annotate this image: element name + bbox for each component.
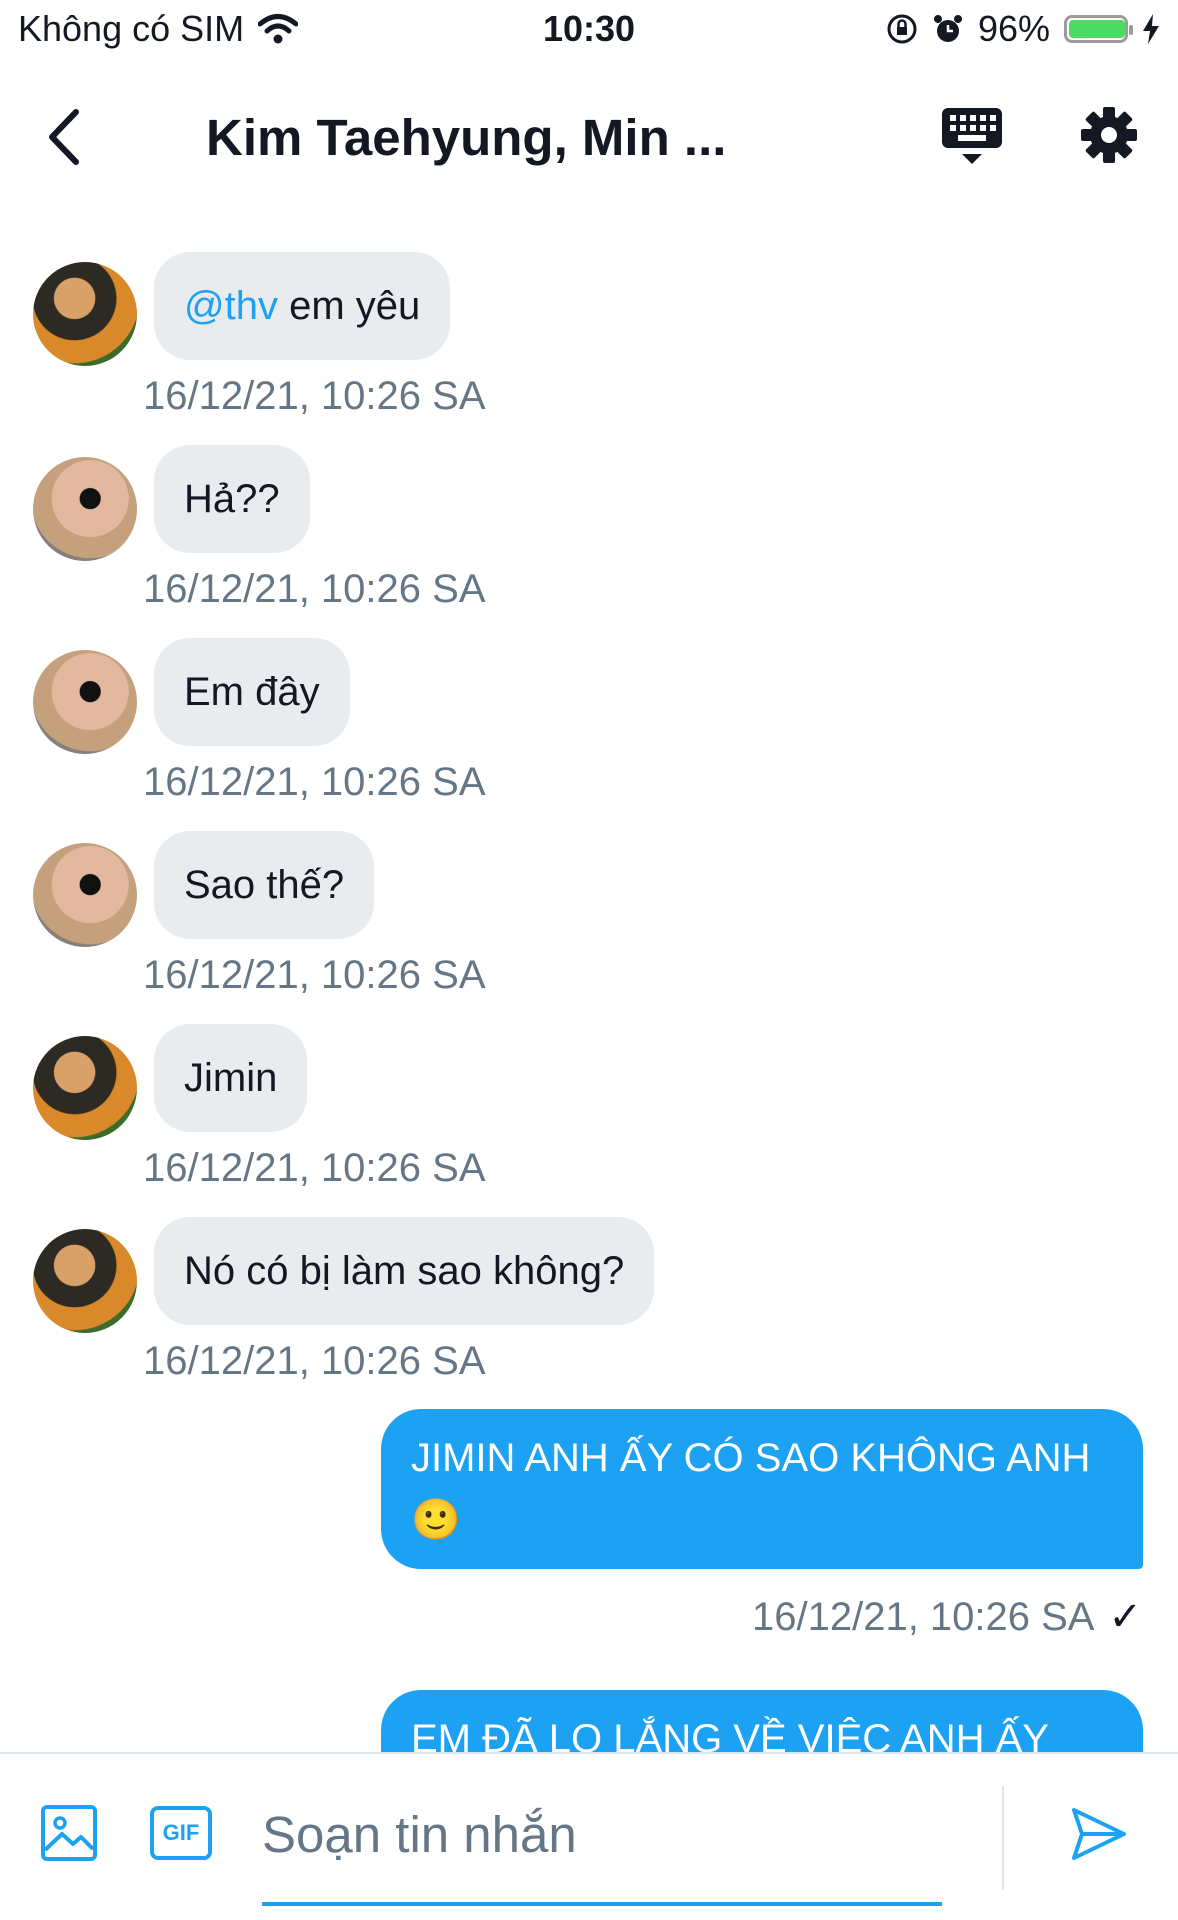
back-chevron-icon[interactable] [38, 102, 98, 172]
message-bubble[interactable]: Nó có bị làm sao không? [154, 1217, 655, 1325]
message-thread[interactable]: @thv em yêu 16/12/21, 10:26 SA Hả?? 16/1… [0, 212, 1178, 1752]
message-bubble[interactable]: Sao thế? [154, 831, 375, 939]
status-bar: Không có SIM 10:30 96% [0, 0, 1178, 62]
avatar[interactable] [33, 843, 137, 947]
rotation-lock-icon [887, 14, 917, 44]
message-bubble[interactable]: Em đây [154, 638, 350, 746]
message-text: Em đây [184, 670, 320, 714]
message-text: EM ĐÃ LO LẮNG VỀ VIỆC ANH ẤY [411, 1717, 1049, 1752]
image-icon[interactable] [40, 1804, 98, 1862]
battery-fill [1069, 20, 1125, 38]
message-text: Sao thế? [184, 863, 345, 907]
message-timestamp: 16/12/21, 10:26 SA [143, 374, 486, 418]
charging-bolt-icon [1143, 14, 1159, 44]
read-checkmark-icon: ✓ [1108, 1595, 1142, 1639]
avatar[interactable] [33, 262, 137, 366]
message-text: Jimin [184, 1056, 278, 1100]
avatar[interactable] [33, 650, 137, 754]
message-bubble[interactable]: Hả?? [154, 445, 310, 553]
input-underline [262, 1902, 942, 1906]
send-icon[interactable] [1068, 1804, 1128, 1864]
avatar[interactable] [33, 1036, 137, 1140]
gear-icon[interactable] [1080, 106, 1138, 164]
alarm-icon [933, 15, 962, 42]
message-text: Nó có bị làm sao không? [184, 1249, 625, 1293]
keyboard-icon[interactable] [940, 102, 1004, 172]
gif-button[interactable]: GIF [150, 1806, 212, 1860]
avatar[interactable] [33, 1229, 137, 1333]
message-timestamp: 16/12/21, 10:26 SA [143, 567, 486, 611]
sent-message-bubble[interactable]: JIMIN ANH ẤY CÓ SAO KHÔNG ANH 🙂 [381, 1409, 1143, 1569]
message-text: JIMIN ANH ẤY CÓ SAO KHÔNG ANH 🙂 [411, 1436, 1091, 1542]
message-timestamp: 16/12/21, 10:26 SA [143, 1146, 486, 1190]
message-bubble[interactable]: Jimin [154, 1024, 308, 1132]
message-composer: GIF [0, 1752, 1178, 1920]
message-timestamp: 16/12/21, 10:26 SA [143, 953, 486, 997]
message-timestamp: 16/12/21, 10:26 SA [143, 1339, 486, 1383]
message-bubble[interactable]: @thv em yêu [154, 252, 451, 360]
sent-message-meta: 16/12/21, 10:26 SA ✓ [752, 1594, 1142, 1640]
battery-percent: 96% [977, 8, 1050, 49]
battery-icon [1064, 15, 1133, 43]
message-text: Hả?? [184, 477, 280, 521]
conversation-title[interactable]: Kim Taehyung, Min ... [206, 108, 766, 167]
message-timestamp: 16/12/21, 10:26 SA [143, 760, 486, 804]
sent-message-bubble[interactable]: EM ĐÃ LO LẮNG VỀ VIỆC ANH ẤY [381, 1690, 1143, 1752]
divider [1002, 1786, 1004, 1890]
message-text: em yêu [277, 284, 421, 328]
conversation-header: Kim Taehyung, Min ... [0, 62, 1178, 212]
message-timestamp: 16/12/21, 10:26 SA [751, 1594, 1095, 1639]
mention-link[interactable]: @thv [184, 284, 278, 328]
message-input[interactable] [262, 1794, 942, 1874]
status-right: 96% [886, 8, 1160, 50]
avatar[interactable] [33, 457, 137, 561]
